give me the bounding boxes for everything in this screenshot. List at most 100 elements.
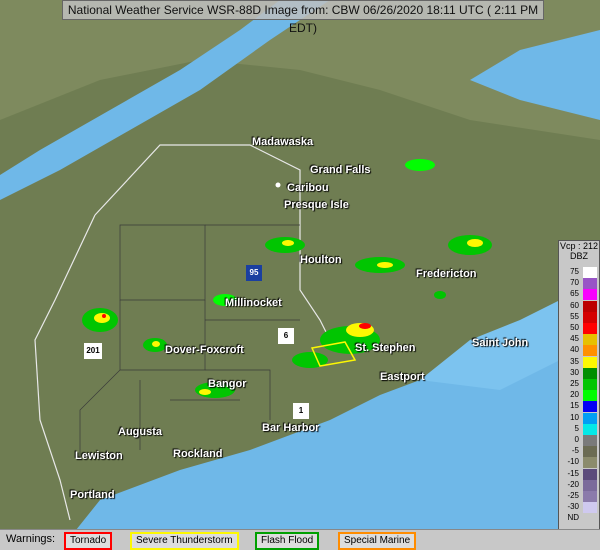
- warning-special-marine: Special Marine: [338, 532, 417, 550]
- legend-color-swatch: [583, 267, 597, 278]
- city-presque-isle: Presque Isle: [284, 199, 349, 211]
- legend-color-swatch: [583, 278, 597, 290]
- legend-level-label: 25: [570, 379, 579, 388]
- legend-color-swatch: [583, 502, 597, 514]
- echo-cluster-1: [82, 308, 118, 332]
- legend-color-swatch: [583, 300, 597, 312]
- city-dover-foxcroft: Dover-Foxcroft: [165, 344, 244, 356]
- legend-color-swatch: [583, 513, 597, 525]
- legend-color-swatch: [583, 390, 597, 402]
- legend-level-label: -20: [567, 479, 579, 489]
- legend-color-swatch: [583, 334, 597, 346]
- legend-color-swatch: [583, 479, 597, 491]
- legend-level-label: -25: [567, 491, 579, 500]
- echo-cluster-6: [448, 235, 492, 255]
- echo-cluster-2: [143, 338, 167, 352]
- legend-row: 70: [561, 278, 597, 290]
- legend-row: 65: [561, 289, 597, 301]
- legend-color-swatch: [583, 311, 597, 323]
- legend-level-label: -5: [571, 446, 579, 456]
- legend-level-label: 30: [570, 367, 579, 377]
- highway-shield-1: 1: [293, 403, 309, 419]
- legend-level-label: 10: [570, 412, 579, 422]
- legend-level-label: 50: [570, 323, 579, 332]
- legend-row: -10: [561, 457, 597, 469]
- city-eastport: Eastport: [380, 371, 425, 383]
- legend-row: -5: [561, 446, 597, 458]
- legend-color-swatch: [583, 435, 597, 446]
- legend-level-label: 40: [570, 345, 579, 355]
- city-augusta: Augusta: [118, 426, 162, 438]
- city-houlton: Houlton: [300, 254, 342, 266]
- legend-color-swatch: [583, 457, 597, 469]
- legend-level-label: 70: [570, 278, 579, 288]
- legend-level-label: 20: [570, 390, 579, 400]
- warnings-label: Warnings:: [6, 533, 56, 545]
- legend-color-swatch: [583, 345, 597, 357]
- legend-row: 40: [561, 345, 597, 357]
- city-millinocket: Millinocket: [225, 297, 282, 309]
- legend-level-label: 65: [570, 289, 579, 299]
- legend-vcp: Vcp : 212: [559, 241, 599, 251]
- legend-row: -30: [561, 502, 597, 514]
- legend-color-swatch: [583, 468, 597, 480]
- city-saint-john: Saint John: [472, 337, 529, 349]
- legend-row: 50: [561, 323, 597, 334]
- warnings-bar: Warnings: Tornado Severe Thunderstorm Fl…: [0, 529, 600, 550]
- legend-color-swatch: [583, 379, 597, 390]
- city-st-stephen: St. Stephen: [355, 342, 416, 354]
- legend-level-label: -15: [567, 468, 579, 478]
- legend-row: 0: [561, 435, 597, 446]
- legend-row: 55: [561, 311, 597, 323]
- legend-level-label: -10: [567, 457, 579, 467]
- city-grand-falls: Grand Falls: [310, 164, 371, 176]
- radar-title-bar: National Weather Service WSR-88D Image f…: [62, 0, 544, 35]
- legend-row: -15: [561, 468, 597, 480]
- legend-color-swatch: [583, 412, 597, 424]
- echo-cluster-11: [434, 291, 446, 299]
- legend-color-swatch: [583, 446, 597, 458]
- legend-level-label: 75: [570, 267, 579, 276]
- warning-severe-thunderstorm: Severe Thunderstorm: [130, 532, 239, 550]
- highway-shield-6: 6: [278, 328, 294, 344]
- city-lewiston: Lewiston: [75, 450, 123, 462]
- radar-map: [0, 0, 600, 550]
- city-fredericton: Fredericton: [416, 268, 477, 280]
- echo-cluster-4: [265, 237, 305, 253]
- city-bangor: Bangor: [208, 378, 247, 390]
- echo-cluster-5: [355, 257, 405, 273]
- echo-cluster-10: [405, 159, 435, 171]
- legend-row: 15: [561, 401, 597, 413]
- highway-shield-201: 201: [84, 343, 102, 359]
- legend-row: 35: [561, 356, 597, 368]
- legend-color-swatch: [583, 356, 597, 368]
- legend-color-swatch: [583, 423, 597, 435]
- legend-unit: DBZ: [570, 251, 588, 261]
- legend-row: 75: [561, 267, 597, 278]
- radar-site-marker: [275, 182, 281, 188]
- legend-level-label: 15: [570, 401, 579, 411]
- legend-row: -25: [561, 491, 597, 502]
- legend-row: 60: [561, 300, 597, 312]
- legend-color-swatch: [583, 491, 597, 502]
- legend-level-label: 35: [570, 356, 579, 366]
- legend-row: 25: [561, 379, 597, 390]
- legend-row: 30: [561, 367, 597, 379]
- legend-row: 5: [561, 423, 597, 435]
- legend-row: 10: [561, 412, 597, 424]
- legend-level-label: 55: [570, 311, 579, 321]
- legend-row: ND: [561, 513, 597, 525]
- legend-level-label: 60: [570, 300, 579, 310]
- legend-level-label: -30: [567, 502, 579, 512]
- legend-color-swatch: [583, 289, 597, 301]
- legend-level-label: ND: [567, 513, 579, 523]
- city-madawaska: Madawaska: [252, 136, 314, 148]
- legend-row: 20: [561, 390, 597, 402]
- legend-row: -20: [561, 479, 597, 491]
- warning-tornado: Tornado: [64, 532, 113, 550]
- city-rockland: Rockland: [173, 448, 223, 460]
- legend-level-label: 5: [574, 423, 579, 433]
- legend-row: 45: [561, 334, 597, 346]
- highway-shield-95: 95: [246, 265, 262, 281]
- legend-color-swatch: [583, 323, 597, 334]
